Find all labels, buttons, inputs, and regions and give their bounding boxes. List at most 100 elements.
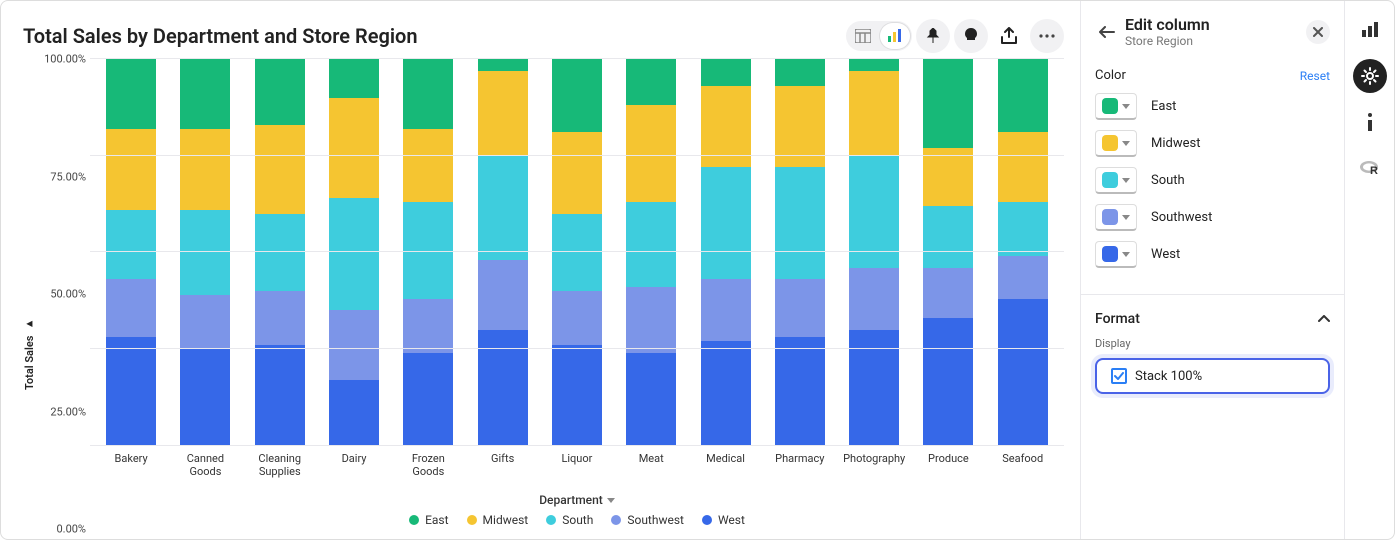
x-tick-label: Frozen Goods xyxy=(397,452,459,480)
bar-segment xyxy=(255,291,305,345)
stack-100-checkbox[interactable]: Stack 100% xyxy=(1095,358,1330,394)
bar-column[interactable] xyxy=(701,59,751,446)
back-button[interactable] xyxy=(1095,20,1119,44)
color-picker[interactable] xyxy=(1095,241,1137,268)
chevron-down-icon xyxy=(607,498,615,503)
legend-item[interactable]: Southwest xyxy=(611,513,684,527)
chart-view-button[interactable] xyxy=(880,23,910,49)
color-swatch xyxy=(1102,98,1118,114)
bar-segment xyxy=(180,59,230,129)
bar-segment xyxy=(180,295,230,349)
export-button[interactable] xyxy=(992,19,1026,53)
x-tick-label: Produce xyxy=(917,452,979,480)
color-section-header: Color Reset xyxy=(1095,68,1330,83)
bar-column[interactable] xyxy=(626,59,676,446)
bar-column[interactable] xyxy=(849,59,899,446)
bar-column[interactable] xyxy=(998,59,1048,446)
insight-button[interactable] xyxy=(954,19,988,53)
legend-swatch xyxy=(467,515,477,525)
bar-segment xyxy=(626,287,676,353)
color-swatch xyxy=(1102,246,1118,262)
chart-toolbar xyxy=(846,19,1064,53)
legend-swatch xyxy=(611,515,621,525)
bar-segment xyxy=(923,206,973,268)
legend-item[interactable]: Midwest xyxy=(467,513,529,527)
color-rows: EastMidwestSouthSouthwestWest xyxy=(1095,93,1330,268)
y-axis-ticks: 0.00%25.00%50.00%75.00%100.00% xyxy=(36,59,90,529)
bar-segment xyxy=(255,345,305,445)
x-tick-label: Liquor xyxy=(546,452,608,480)
bar-segment xyxy=(775,337,825,445)
rail-info-button[interactable] xyxy=(1353,105,1387,139)
bar-column[interactable] xyxy=(923,59,973,446)
bar-column[interactable] xyxy=(329,59,379,446)
color-picker[interactable] xyxy=(1095,93,1137,120)
x-tick-label: Canned Goods xyxy=(174,452,236,480)
grid-line xyxy=(90,155,1064,156)
bar-column[interactable] xyxy=(106,59,156,446)
pin-button[interactable] xyxy=(916,19,950,53)
svg-text:R: R xyxy=(1370,165,1378,176)
format-header[interactable]: Format xyxy=(1095,295,1330,327)
bar-segment xyxy=(329,380,379,446)
bar-column[interactable] xyxy=(255,59,305,446)
chevron-down-icon xyxy=(1122,215,1130,220)
more-button[interactable] xyxy=(1030,19,1064,53)
bar-segment xyxy=(403,299,453,353)
rail-chart-button[interactable] xyxy=(1353,13,1387,47)
bar-column[interactable] xyxy=(478,59,528,446)
display-label: Display xyxy=(1095,337,1330,350)
bar-segment xyxy=(552,59,602,132)
grid-line xyxy=(90,251,1064,252)
bar-segment xyxy=(552,291,602,345)
color-picker[interactable] xyxy=(1095,204,1137,231)
bar-segment xyxy=(775,167,825,279)
bar-segment xyxy=(329,198,379,310)
x-axis-label-text: Department xyxy=(539,493,603,507)
chevron-down-icon xyxy=(1122,141,1130,146)
chevron-up-icon xyxy=(1318,315,1330,323)
bar-column[interactable] xyxy=(552,59,602,446)
table-view-button[interactable] xyxy=(848,23,878,49)
region-name: West xyxy=(1151,247,1180,262)
legend-item[interactable]: West xyxy=(702,513,745,527)
bar-segment xyxy=(106,59,156,129)
close-button[interactable] xyxy=(1306,20,1330,44)
legend-swatch xyxy=(546,515,556,525)
rail-r-button[interactable]: R xyxy=(1353,151,1387,185)
x-tick-label: Cleaning Supplies xyxy=(249,452,311,480)
legend-item[interactable]: East xyxy=(409,513,448,527)
y-tick: 75.00% xyxy=(50,170,86,183)
color-label: Color xyxy=(1095,68,1126,83)
bar-segment xyxy=(701,341,751,445)
bar-column[interactable] xyxy=(775,59,825,446)
x-axis-labels: BakeryCanned GoodsCleaning SuppliesDairy… xyxy=(90,446,1064,480)
bar-segment xyxy=(552,214,602,291)
bar-segment xyxy=(923,59,973,148)
bar-column[interactable] xyxy=(180,59,230,446)
legend-item[interactable]: South xyxy=(546,513,593,527)
main-panel: Total Sales by Department and Store Regi… xyxy=(1,1,1080,539)
color-picker[interactable] xyxy=(1095,167,1137,194)
bar-segment xyxy=(255,125,305,214)
more-icon xyxy=(1039,34,1055,38)
bar-segment xyxy=(478,71,528,156)
bar-column[interactable] xyxy=(403,59,453,446)
color-row: East xyxy=(1095,93,1330,120)
legend-label: Southwest xyxy=(627,513,684,527)
legend-label: West xyxy=(718,513,745,527)
legend-label: South xyxy=(562,513,593,527)
bar-chart-icon xyxy=(887,29,903,43)
x-tick-label: Seafood xyxy=(992,452,1054,480)
color-swatch xyxy=(1102,172,1118,188)
bar-segment xyxy=(552,345,602,445)
bar-segment xyxy=(998,256,1048,299)
panel-title-block: Edit column Store Region xyxy=(1125,15,1306,48)
color-picker[interactable] xyxy=(1095,130,1137,157)
bar-segment xyxy=(106,210,156,280)
chevron-down-icon xyxy=(1122,252,1130,257)
reset-button[interactable]: Reset xyxy=(1300,69,1330,83)
main-header: Total Sales by Department and Store Regi… xyxy=(23,19,1064,53)
x-axis-label[interactable]: Department xyxy=(90,479,1064,513)
rail-settings-button[interactable] xyxy=(1353,59,1387,93)
